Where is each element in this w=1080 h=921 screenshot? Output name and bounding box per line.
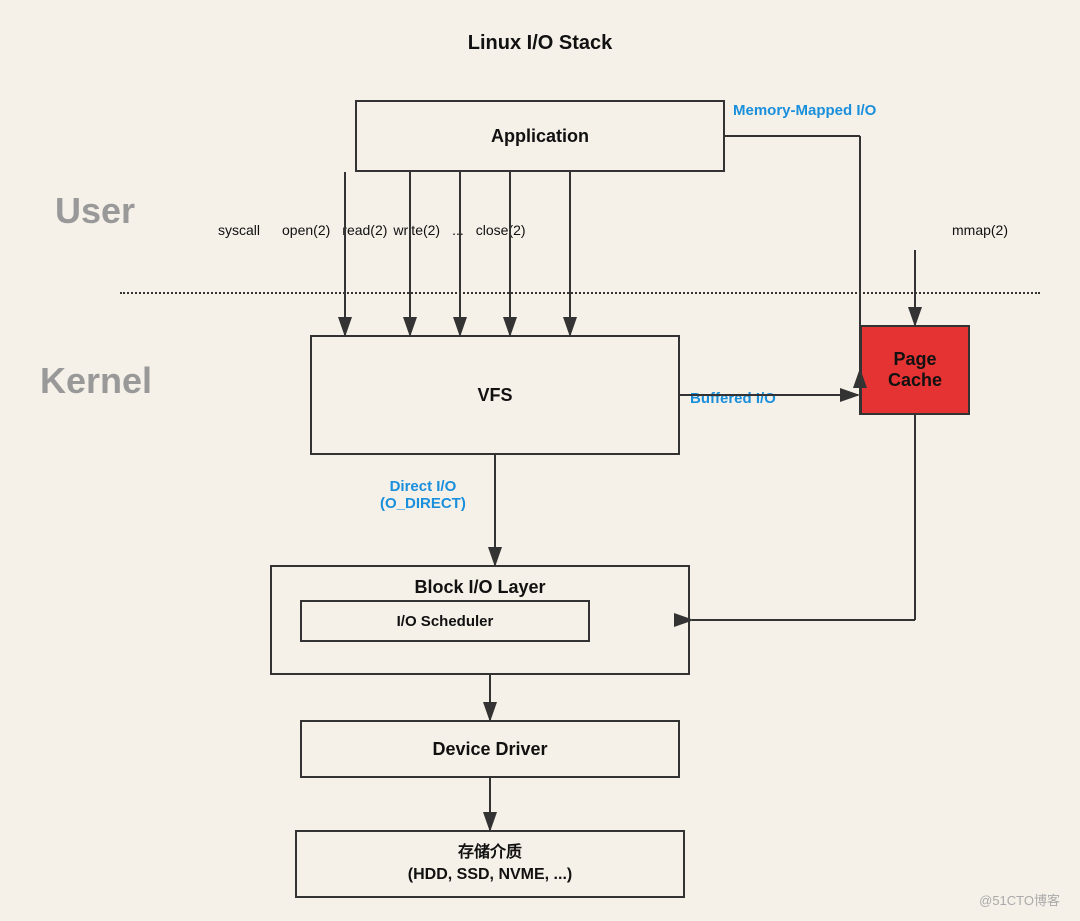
label-memory-mapped-io: Memory-Mapped I/O — [733, 102, 876, 119]
label-kernel: Kernel — [40, 360, 152, 402]
mmap-label: mmap(2) — [952, 222, 1008, 238]
syscall-labels: syscall open(2) read(2) write(2) ... clo… — [218, 222, 526, 238]
read-label: read(2) — [342, 222, 387, 238]
box-device-driver: Device Driver — [300, 720, 680, 778]
page-cache-label: Page Cache — [888, 349, 942, 391]
ellipsis-label: ... — [452, 222, 464, 238]
label-direct-io: Direct I/O(O_DIRECT) — [380, 478, 466, 512]
box-page-cache: Page Cache — [860, 325, 970, 415]
box-vfs: VFS — [310, 335, 680, 455]
diagram-container: Linux I/O Stack User Kernel Application … — [0, 0, 1080, 921]
main-title: Linux I/O Stack — [468, 32, 612, 55]
label-user: User — [55, 190, 135, 232]
user-kernel-separator — [120, 292, 1040, 294]
box-storage: 存储介质 (HDD, SSD, NVME, ...) — [295, 830, 685, 898]
box-io-scheduler: I/O Scheduler — [300, 600, 590, 642]
box-application: Application — [355, 100, 725, 172]
syscall-label: syscall — [218, 222, 260, 238]
open-label: open(2) — [282, 222, 330, 238]
label-buffered-io: Buffered I/O — [690, 390, 776, 407]
write-label: write(2) — [393, 222, 440, 238]
watermark: @51CTO博客 — [979, 890, 1060, 909]
close-label: close(2) — [476, 222, 526, 238]
